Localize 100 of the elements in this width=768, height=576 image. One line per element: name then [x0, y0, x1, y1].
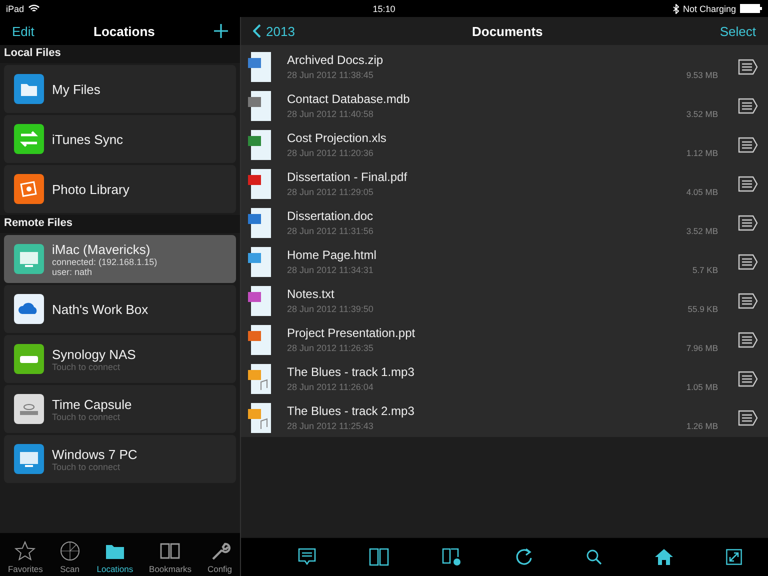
book-icon	[159, 541, 182, 561]
detail-icon[interactable]	[738, 370, 758, 386]
battery-icon	[740, 4, 762, 13]
location-name: Nath's Work Box	[52, 302, 148, 316]
file-size: 3.52 MB	[686, 109, 718, 119]
location-item[interactable]: iTunes Sync	[4, 115, 236, 163]
document-icon	[247, 246, 273, 278]
monitor-icon	[14, 444, 44, 474]
add-bookmark-icon[interactable]	[442, 548, 462, 566]
location-detail: Touch to connect	[52, 362, 122, 372]
battery-status: Not Charging	[682, 4, 736, 14]
file-row[interactable]: Dissertation.doc 28 Jun 2012 11:31:56 3.52 MB	[241, 203, 768, 242]
file-size: 1.05 MB	[686, 382, 718, 392]
file-row[interactable]: Project Presentation.ppt 28 Jun 2012 11:26:35 7.96 MB	[241, 320, 768, 359]
file-name: The Blues - track 2.mp3	[287, 404, 416, 418]
location-detail: user: nath	[52, 266, 94, 276]
file-size: 1.26 MB	[686, 421, 718, 431]
location-item[interactable]: Photo Library	[4, 165, 236, 213]
file-size: 9.53 MB	[686, 70, 718, 80]
file-size: 55.9 KB	[688, 304, 718, 314]
wifi-icon	[28, 4, 40, 13]
tab-bar-item[interactable]: Bookmarks	[147, 541, 194, 574]
section-header: Remote Files	[0, 215, 240, 233]
refresh-icon[interactable]	[514, 548, 532, 566]
file-name: Notes.txt	[287, 287, 336, 301]
file-size: 7.96 MB	[686, 343, 718, 353]
file-name: Dissertation.doc	[287, 209, 374, 223]
location-item[interactable]: Windows 7 PC Touch to connect	[4, 435, 236, 483]
file-row[interactable]: Notes.txt 28 Jun 2012 11:39:50 55.9 KB	[241, 281, 768, 320]
tab-bar-item[interactable]: Scan	[56, 541, 83, 574]
location-item[interactable]: Nath's Work Box	[4, 285, 236, 333]
monitor-icon	[14, 244, 44, 274]
file-row[interactable]: Dissertation - Final.pdf 28 Jun 2012 11:29:05 4.05 MB	[241, 164, 768, 203]
folder-icon	[14, 74, 44, 104]
file-size: 4.05 MB	[686, 187, 718, 197]
documents-title: Documents	[472, 24, 543, 38]
detail-icon[interactable]	[738, 410, 758, 426]
file-date: 28 Jun 2012 11:34:31	[287, 265, 374, 275]
book-icon[interactable]	[368, 548, 388, 566]
file-size: 1.12 MB	[686, 148, 718, 158]
locations-title: Locations	[94, 24, 155, 38]
select-button[interactable]: Select	[720, 24, 756, 38]
location-item[interactable]: Time Capsule Touch to connect	[4, 385, 236, 433]
tab-bar-item[interactable]: Config	[205, 541, 234, 574]
file-row[interactable]: The Blues - track 2.mp3 28 Jun 2012 11:25:43 1.26 MB	[241, 398, 768, 437]
document-icon	[247, 128, 273, 160]
search-icon[interactable]	[586, 549, 602, 565]
file-row[interactable]: Archived Docs.zip 28 Jun 2012 11:38:45 9.53 MB	[241, 47, 768, 86]
document-icon	[247, 50, 273, 82]
clock: 15:10	[372, 4, 396, 14]
location-name: iMac (Mavericks)	[52, 242, 150, 256]
file-size: 3.52 MB	[686, 226, 718, 236]
detail-icon[interactable]	[738, 98, 758, 114]
bluetooth-icon	[672, 4, 679, 14]
tab-bar-item[interactable]: Locations	[94, 541, 136, 574]
detail-icon[interactable]	[738, 136, 758, 152]
file-row[interactable]: Contact Database.mdb 28 Jun 2012 11:40:58 3.52 MB	[241, 86, 768, 125]
detail-icon[interactable]	[738, 254, 758, 270]
location-detail: Touch to connect	[52, 412, 120, 422]
document-icon	[247, 90, 273, 122]
file-row[interactable]: Cost Projection.xls 28 Jun 2012 11:20:36 1.12 MB	[241, 125, 768, 164]
file-date: 28 Jun 2012 11:31:56	[287, 226, 374, 236]
star-icon	[14, 541, 36, 561]
detail-icon[interactable]	[738, 176, 758, 192]
file-date: 28 Jun 2012 11:40:58	[287, 109, 374, 119]
location-name: Photo Library	[52, 182, 130, 196]
file-name: Cost Projection.xls	[287, 131, 388, 145]
arrows-icon	[14, 124, 44, 154]
file-name: Archived Docs.zip	[287, 53, 384, 67]
photos-icon	[14, 174, 44, 204]
detail-icon[interactable]	[738, 58, 758, 74]
file-date: 28 Jun 2012 11:26:35	[287, 343, 374, 353]
comment-icon[interactable]	[298, 548, 316, 566]
detail-icon[interactable]	[738, 332, 758, 348]
document-icon	[247, 168, 273, 200]
detail-icon[interactable]	[738, 214, 758, 230]
file-date: 28 Jun 2012 11:29:05	[287, 187, 374, 197]
back-button[interactable]: 2013	[253, 24, 295, 38]
location-item[interactable]: My Files	[4, 65, 236, 113]
drive-icon	[14, 344, 44, 374]
detail-icon[interactable]	[738, 292, 758, 308]
section-header: Local Files	[0, 45, 240, 63]
file-name: The Blues - track 1.mp3	[287, 365, 416, 379]
tab-bar-item[interactable]: Favorites	[6, 541, 45, 574]
location-name: Time Capsule	[52, 396, 132, 412]
plus-icon[interactable]	[214, 24, 228, 38]
home-icon[interactable]	[654, 549, 672, 565]
document-icon	[247, 362, 273, 394]
document-icon	[247, 284, 273, 316]
file-name: Home Page.html	[287, 248, 378, 262]
document-icon	[247, 324, 273, 356]
location-name: Synology NAS	[52, 346, 136, 362]
location-item[interactable]: iMac (Mavericks) connected: (192.168.1.15) user: nath	[4, 235, 236, 283]
radar-icon	[58, 541, 81, 561]
file-row[interactable]: The Blues - track 1.mp3 28 Jun 2012 11:26:04 1.05 MB	[241, 359, 768, 398]
edit-button[interactable]: Edit	[12, 24, 34, 38]
file-row[interactable]: Home Page.html 28 Jun 2012 11:34:31 5.7 KB	[241, 242, 768, 281]
file-date: 28 Jun 2012 11:38:45	[287, 70, 374, 80]
location-item[interactable]: Synology NAS Touch to connect	[4, 335, 236, 383]
expand-icon[interactable]	[726, 549, 742, 565]
